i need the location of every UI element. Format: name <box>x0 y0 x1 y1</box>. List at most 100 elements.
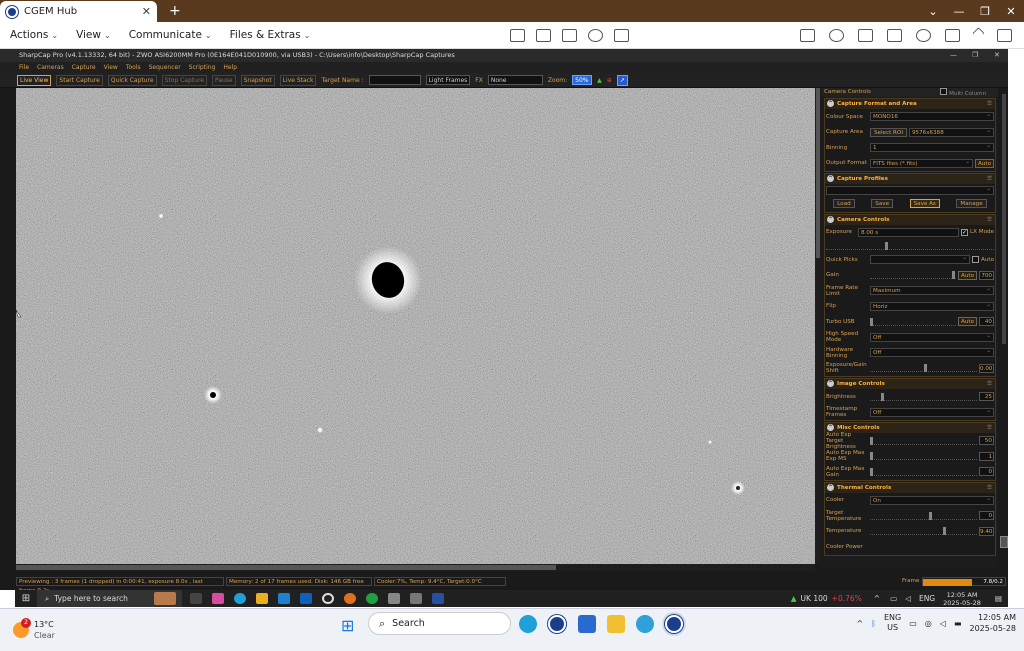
pause-button[interactable]: Pause <box>211 74 236 86</box>
gain-slider-knob[interactable] <box>951 271 955 280</box>
whiteboard-icon[interactable] <box>887 28 902 42</box>
capture-area-select[interactable]: 9576x6388 <box>908 127 994 137</box>
brightness-value[interactable]: 25 <box>979 392 994 402</box>
fullscreen-icon[interactable] <box>945 28 960 42</box>
reticle-icon[interactable]: ⊕ <box>607 77 612 84</box>
colour-space-select[interactable]: MONO16 <box>870 111 994 122</box>
start-icon[interactable]: ⊞ <box>15 593 37 604</box>
start-capture-button[interactable]: Start Capture <box>56 74 103 86</box>
gain-value[interactable]: 700 <box>979 270 994 280</box>
auto-exp-max-exp-knob[interactable] <box>870 452 873 461</box>
frame-rate-select[interactable]: Maximum <box>870 285 994 296</box>
exposure-gain-shift-knob[interactable] <box>923 364 927 373</box>
quick-picks-select[interactable] <box>870 254 970 265</box>
gain-auto-button[interactable]: Auto <box>958 270 977 280</box>
close-window-button[interactable]: ✕ <box>998 5 1024 18</box>
tab-list-dropdown-icon[interactable]: ⌄ <box>920 5 946 18</box>
edge-icon[interactable] <box>519 615 537 633</box>
quick-picks-auto-checkbox[interactable] <box>972 256 979 264</box>
menu-scripting[interactable]: Scripting <box>189 62 216 73</box>
menu-cameras[interactable]: Cameras <box>37 62 64 73</box>
section-title[interactable]: Capture Format and Area ☰ <box>825 99 995 109</box>
image-preview[interactable] <box>16 88 815 564</box>
remote-desktop-icon[interactable] <box>636 615 654 633</box>
app-green-icon[interactable] <box>366 593 378 604</box>
menu-view[interactable]: View ⌄ <box>76 29 111 41</box>
preview-horizontal-scrollbar[interactable] <box>16 564 815 571</box>
menu-files-extras[interactable]: Files & Extras ⌄ <box>230 29 311 41</box>
target-name-select[interactable] <box>368 75 421 85</box>
binning-select[interactable]: 1 <box>870 142 994 153</box>
target-temp-slider[interactable] <box>870 511 977 520</box>
flip-select[interactable]: Horiz <box>870 301 994 311</box>
sharpcap-taskbar-icon[interactable] <box>388 593 400 604</box>
stop-capture-button[interactable]: Stop Capture <box>161 74 207 86</box>
panel-scrollbar[interactable] <box>1000 88 1008 568</box>
sc-close-button[interactable]: ✕ <box>994 49 1000 62</box>
bluetooth-icon[interactable]: ᛒ <box>871 619 876 628</box>
network-icon[interactable]: ▭ <box>890 594 897 603</box>
tab-close-icon[interactable]: ✕ <box>142 5 151 18</box>
file-explorer-icon[interactable] <box>607 615 625 633</box>
inner-lang[interactable]: ENG <box>919 594 935 603</box>
teamviewer-active-icon[interactable] <box>665 615 683 633</box>
timestamp-select[interactable]: Off <box>870 407 994 417</box>
live-view-button[interactable]: Live View <box>17 74 52 86</box>
exposure-slider-knob[interactable] <box>884 242 888 250</box>
section-menu-icon[interactable]: ☰ <box>987 423 992 433</box>
tray-chevron-icon[interactable]: ^ <box>874 594 880 603</box>
section-title[interactable]: Thermal Controls ☰ <box>825 482 995 493</box>
section-menu-icon[interactable]: ☰ <box>987 99 992 109</box>
save-profile-button[interactable]: Save <box>871 199 894 209</box>
manage-profiles-button[interactable]: Manage <box>956 199 987 209</box>
exposure-gain-shift-slider[interactable] <box>870 364 977 373</box>
exposure-gain-shift-value[interactable]: 0.00 <box>979 363 994 373</box>
task-view-icon[interactable] <box>190 593 202 604</box>
auto-exp-target-value[interactable]: 50 <box>979 436 994 446</box>
remote-search-box[interactable]: ⌕ Type here to search <box>37 590 182 607</box>
volume-icon[interactable]: ◁ <box>940 619 946 628</box>
browser-tab[interactable]: CGEM Hub ✕ <box>0 1 157 22</box>
menu-file[interactable]: File <box>19 62 29 73</box>
auto-exp-max-exp-value[interactable]: 1 <box>979 451 994 461</box>
camera-icon[interactable] <box>916 28 931 42</box>
menu-sequencer[interactable]: Sequencer <box>149 62 181 73</box>
turbo-usb-slider-knob[interactable] <box>870 317 873 326</box>
minimize-button[interactable]: — <box>946 5 972 18</box>
restore-button[interactable]: ❐ <box>972 5 998 18</box>
end-session-icon[interactable] <box>997 28 1012 42</box>
section-menu-icon[interactable]: ☰ <box>987 483 992 493</box>
exposure-slider[interactable] <box>826 242 994 250</box>
store-icon[interactable] <box>278 593 290 604</box>
lx-mode-checkbox[interactable]: ✓ <box>961 228 969 236</box>
frame-type-select[interactable]: Light Frames <box>425 75 471 85</box>
high-speed-select[interactable]: Off <box>870 332 994 342</box>
outlook-icon[interactable] <box>300 593 312 604</box>
preview-vertical-scrollbar[interactable] <box>815 88 821 564</box>
menu-help[interactable]: Help <box>223 62 237 73</box>
fx-select[interactable]: None <box>487 75 543 85</box>
output-format-auto-button[interactable]: Auto <box>975 158 994 168</box>
language-indicator[interactable]: ENG US <box>884 613 901 633</box>
auto-exp-target-knob[interactable] <box>870 436 873 445</box>
output-format-select[interactable]: FITS files (*.fits) <box>870 158 973 168</box>
pan-tool-icon[interactable]: ↗ <box>616 74 628 86</box>
inner-clock[interactable]: 12:05 AM 2025-05-28 <box>943 591 981 607</box>
multi-column-checkbox[interactable] <box>940 88 948 95</box>
new-tab-button[interactable]: + <box>169 3 181 19</box>
local-clock[interactable]: 12:05 AM 2025-05-28 <box>970 612 1017 634</box>
auto-exp-max-gain-value[interactable]: 0 <box>979 467 994 477</box>
windows-start-icon[interactable]: ⊞ <box>341 616 354 635</box>
section-title[interactable]: Image Controls ☰ <box>825 379 995 389</box>
turbo-auto-button[interactable]: Auto <box>958 317 977 327</box>
section-title[interactable]: Camera Controls ☰ <box>825 214 995 225</box>
hardware-binning-select[interactable]: Off <box>870 347 994 358</box>
session-icon[interactable] <box>588 28 604 42</box>
dashboard-icon[interactable] <box>510 28 526 42</box>
exposure-input[interactable]: 8.00 s <box>858 227 960 237</box>
profile-select[interactable] <box>826 185 994 195</box>
auto-exp-max-exp-slider[interactable] <box>870 452 977 461</box>
user-icon[interactable] <box>800 28 815 42</box>
target-temp-value[interactable]: 0 <box>979 511 994 521</box>
firefox-icon[interactable] <box>344 593 356 604</box>
